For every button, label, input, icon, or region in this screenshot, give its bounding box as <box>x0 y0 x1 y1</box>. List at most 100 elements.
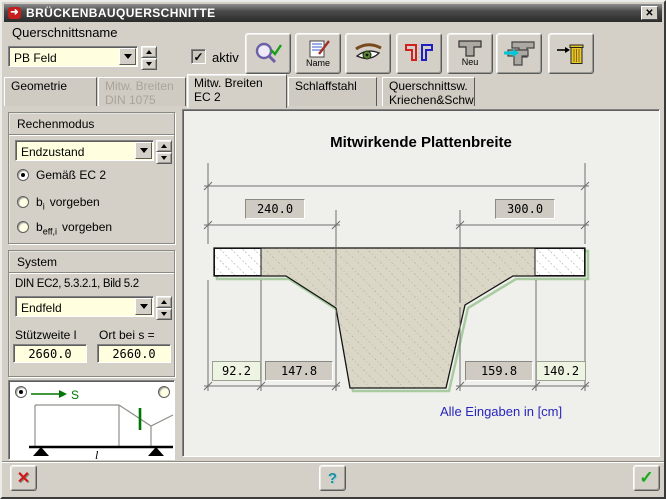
spin-down-icon[interactable] <box>156 308 172 320</box>
radio-bi-vorgeben-label: bivorgeben <box>36 195 100 211</box>
radio-gemaess-ec2[interactable] <box>17 169 29 181</box>
s-axis-label: S <box>71 388 79 402</box>
radio-beffi-vorgeben[interactable] <box>17 221 29 233</box>
radio-bi-vorgeben[interactable] <box>17 196 29 208</box>
separator <box>9 134 174 136</box>
norm-reference-label: DIN EC2, 5.3.2.1, Bild 5.2 <box>15 278 139 290</box>
footer-divider <box>2 461 664 463</box>
aktiv-checkbox[interactable]: ✓ <box>191 49 206 64</box>
trash-icon <box>555 42 587 66</box>
radio-beffi-vorgeben-label: beff,ivorgeben <box>36 220 112 236</box>
rename-button[interactable]: Name <box>295 33 341 74</box>
feld-combo[interactable]: Endfeld <box>15 296 154 317</box>
tab-mitw-breiten-ec2[interactable]: Mitw. Breiten EC 2 <box>187 74 287 108</box>
chevron-down-icon[interactable] <box>119 48 136 65</box>
rechenmodus-combo[interactable]: Endzustand <box>15 140 154 161</box>
tab-label-line2: Kriechen&Schw <box>389 93 468 106</box>
dim-140-2: 140.2 <box>536 361 586 381</box>
querschnittsname-label: Querschnittsname <box>12 25 118 40</box>
querschnitt-spinner[interactable] <box>141 46 157 67</box>
check-section-button[interactable] <box>245 33 291 74</box>
rechenmodus-value: Endzustand <box>21 145 84 159</box>
tab-mitw-breiten-din1075[interactable]: Mitw. Breiten DIN 1075 <box>98 77 186 106</box>
support-icon <box>33 447 49 456</box>
noneffective-left <box>215 249 262 276</box>
cancel-button[interactable]: ✕ <box>10 465 37 491</box>
rechenmodus-group: Rechenmodus Endzustand Gemäß EC 2 bivorg… <box>8 112 175 244</box>
magnifier-check-icon <box>252 41 284 67</box>
tab-label: Mitw. Breiten <box>194 76 280 90</box>
spin-up-icon[interactable] <box>141 46 157 58</box>
compare-sections-button[interactable] <box>396 33 442 74</box>
tab-label: Mitw. Breiten <box>105 79 179 93</box>
tab-schlaffstahl[interactable]: Schlaffstahl <box>288 77 377 106</box>
view-button[interactable] <box>345 33 391 74</box>
units-note: Alle Eingaben in [cm] <box>440 404 562 419</box>
ok-button[interactable]: ✓ <box>633 465 660 491</box>
rechenmodus-title: Rechenmodus <box>9 113 174 134</box>
titlebar: ➜ BRÜCKENBAUQUERSCHNITTE ✕ <box>4 4 662 22</box>
neu-caption: Neu <box>462 57 479 67</box>
chevron-down-icon[interactable] <box>135 298 152 315</box>
system-diagram-panel: S l <box>8 380 175 460</box>
confirm-icon: ✓ <box>639 468 653 488</box>
dim-147-8: 147.8 <box>265 361 333 381</box>
feld-spinner[interactable] <box>156 296 172 317</box>
tab-label: Querschnittsw. <box>389 79 468 93</box>
name-edit-icon <box>304 40 332 58</box>
arrow-right-icon <box>59 390 67 398</box>
stuetzweite-field[interactable]: 2660.0 <box>13 344 87 363</box>
red-blue-t-icon <box>403 42 435 66</box>
ort-field[interactable]: 2660.0 <box>97 344 171 363</box>
querschnittsname-combo[interactable]: PB Feld <box>8 46 138 67</box>
spin-down-icon[interactable] <box>156 152 172 164</box>
aktiv-label: aktiv <box>212 50 239 65</box>
radio-gemaess-ec2-label: Gemäß EC 2 <box>36 168 106 182</box>
ort-label: Ort bei s = <box>99 328 155 342</box>
tab-geometrie[interactable]: Geometrie <box>4 77 97 106</box>
querschnittsname-value: PB Feld <box>14 51 57 65</box>
tab-label-line2: DIN 1075 <box>105 93 179 106</box>
tab-label: Schlaffstahl <box>295 79 370 93</box>
eye-icon <box>352 41 384 67</box>
feld-value: Endfeld <box>21 301 62 315</box>
tab-querschnittswerte[interactable]: Querschnittsw. Kriechen&Schw <box>382 77 475 106</box>
window-title: BRÜCKENBAUQUERSCHNITTE <box>26 6 215 20</box>
spin-down-icon[interactable] <box>141 58 157 70</box>
cross-section-drawing <box>183 110 659 456</box>
chevron-down-icon[interactable] <box>135 142 152 159</box>
cancel-icon: ✕ <box>17 468 30 488</box>
noneffective-right <box>535 249 585 276</box>
dim-300: 300.0 <box>495 199 555 219</box>
t-section-new-icon <box>457 40 483 57</box>
separator <box>9 272 174 274</box>
system-title: System <box>9 251 174 272</box>
rechenmodus-spinner[interactable] <box>156 140 172 161</box>
spin-up-icon[interactable] <box>156 140 172 152</box>
dim-92-2: 92.2 <box>212 361 261 381</box>
help-icon: ? <box>328 470 337 487</box>
copy-section-icon <box>502 40 536 68</box>
spin-up-icon[interactable] <box>156 296 172 308</box>
support-icon <box>148 447 164 456</box>
check-icon: ✓ <box>193 51 203 63</box>
drawing-title: Mitwirkende Plattenbreite <box>183 134 659 151</box>
name-caption: Name <box>306 58 330 68</box>
span-length-label: l <box>95 448 99 459</box>
delete-section-button[interactable] <box>548 33 594 74</box>
tab-label: Geometrie <box>11 79 90 93</box>
stuetzweite-label: Stützweite l <box>15 328 76 342</box>
beam-diagram: S l <box>9 381 174 459</box>
close-icon: ✕ <box>645 8 653 19</box>
dialog-window: ➜ BRÜCKENBAUQUERSCHNITTE ✕ Querschnittsn… <box>0 0 666 499</box>
copy-section-button[interactable] <box>496 33 542 74</box>
close-button[interactable]: ✕ <box>641 6 658 20</box>
system-group: System DIN EC2, 5.3.2.1, Bild 5.2 Endfel… <box>8 250 175 377</box>
dim-159-8: 159.8 <box>465 361 533 381</box>
tab-label-line2: EC 2 <box>194 90 280 104</box>
app-icon: ➜ <box>8 7 21 19</box>
new-section-button[interactable]: Neu <box>447 33 493 74</box>
help-button[interactable]: ? <box>319 465 346 491</box>
section-canvas: Mitwirkende Plattenbreite 240.0 300.0 92… <box>182 109 660 457</box>
dim-240: 240.0 <box>245 199 305 219</box>
